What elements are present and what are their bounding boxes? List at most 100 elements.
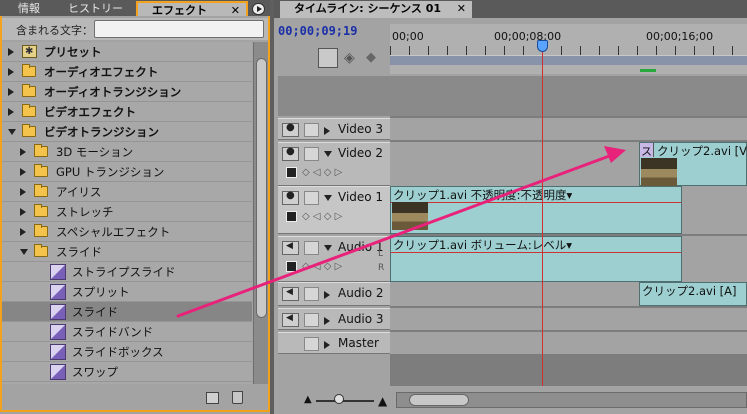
lane-audio3[interactable] [390, 308, 747, 330]
tree-item[interactable]: 3D モーション [2, 142, 252, 162]
tree-item[interactable]: ストレッチ [2, 202, 252, 222]
lane-video2[interactable]: ス クリップ2.avi [V] [390, 142, 747, 186]
snap-icon[interactable] [318, 48, 338, 68]
volume-line[interactable] [391, 252, 681, 253]
speaker-icon[interactable] [282, 241, 299, 255]
keyframe-nav-icon[interactable]: ◇ ◁ ◇ ▷ [302, 261, 342, 272]
tree-item[interactable]: アイリス [2, 182, 252, 202]
zoom-slider-thumb[interactable] [334, 394, 344, 404]
playhead-line[interactable] [542, 40, 543, 386]
track-header-video1[interactable]: Video 1 ◇ ◁ ◇ ▷ [278, 186, 390, 234]
chevron-down-icon[interactable] [324, 245, 332, 251]
timecode-display[interactable]: 00;00;09;19 [278, 24, 357, 38]
eye-icon[interactable] [282, 146, 299, 161]
clip-video1[interactable]: クリップ1.avi 不透明度:不透明度▾ [390, 186, 682, 234]
lock-toggle[interactable] [304, 123, 319, 137]
tree-item[interactable]: オーディオトランジション [2, 82, 252, 102]
timeline-scrollbar[interactable] [396, 392, 747, 408]
lock-toggle[interactable] [304, 337, 319, 351]
lane-audio2[interactable]: クリップ2.avi [A] [390, 282, 747, 306]
chevron-down-icon[interactable] [8, 129, 16, 135]
track-header-audio2[interactable]: Audio 2 [278, 282, 390, 306]
chevron-right-icon[interactable] [20, 208, 26, 216]
eye-icon[interactable] [282, 122, 299, 137]
chevron-right-icon[interactable] [324, 341, 330, 349]
track-header-audio3[interactable]: Audio 3 [278, 308, 390, 330]
track-header-audio1[interactable]: Audio 1 L R ◇ ◁ ◇ ▷ [278, 236, 390, 282]
tree-item[interactable]: スペシャルエフェクト [2, 222, 252, 242]
clip-video2[interactable]: ス クリップ2.avi [V] [639, 142, 747, 186]
opacity-line[interactable] [391, 202, 681, 203]
track-header-master[interactable]: Master [278, 332, 390, 354]
tree-item[interactable]: ビデオエフェクト [2, 102, 252, 122]
keyframe-marker-icon[interactable]: ◈ [344, 48, 364, 68]
chevron-right-icon[interactable] [20, 168, 26, 176]
tree-item[interactable]: スプリット [2, 282, 252, 302]
lock-toggle[interactable] [304, 191, 319, 205]
marker-icon[interactable]: ◆ [366, 48, 386, 68]
tree-item[interactable]: スライド [2, 242, 252, 262]
tree-scrollbar-thumb[interactable] [256, 58, 267, 318]
tab-effects[interactable]: エフェクト ✕ [136, 1, 248, 17]
tree-item[interactable]: ビデオトランジション [2, 122, 252, 142]
tree-item[interactable]: スワップ [2, 362, 252, 382]
speaker-icon[interactable] [282, 313, 299, 327]
timeline-scrollbar-thumb[interactable] [409, 394, 469, 406]
chevron-right-icon[interactable] [8, 48, 14, 56]
chevron-right-icon[interactable] [20, 228, 26, 236]
lane-master[interactable] [390, 332, 747, 354]
lane-audio1[interactable]: クリップ1.avi ボリューム:レベル▾ [390, 236, 747, 282]
eye-icon[interactable] [282, 190, 299, 205]
lock-toggle[interactable] [304, 287, 319, 301]
display-style-icon[interactable] [286, 211, 297, 222]
time-ruler[interactable]: 00;00 00;00;08;00 00;00;16;00 [390, 24, 747, 74]
tree-item[interactable]: オーディオエフェクト [2, 62, 252, 82]
tree-item[interactable]: GPU トランジション [2, 162, 252, 182]
lock-toggle[interactable] [304, 313, 319, 327]
chevron-right-icon[interactable] [324, 317, 330, 325]
clip-audio2[interactable]: クリップ2.avi [A] [639, 282, 747, 306]
close-icon[interactable]: ✕ [457, 1, 466, 17]
lane-video3[interactable] [390, 118, 747, 140]
keyframe-nav-icon[interactable]: ◇ ◁ ◇ ▷ [302, 167, 342, 178]
keyframe-nav-icon[interactable]: ◇ ◁ ◇ ▷ [302, 211, 342, 222]
tree-item[interactable]: スライドバンド [2, 322, 252, 342]
transition-marker[interactable]: ス [640, 143, 654, 158]
chevron-right-icon[interactable] [8, 108, 14, 116]
chevron-right-icon[interactable] [8, 68, 14, 76]
tree-item[interactable]: スライドボックス [2, 342, 252, 362]
waveform-icon[interactable] [286, 261, 297, 272]
tree-item[interactable]: プリセット [2, 42, 252, 62]
chevron-right-icon[interactable] [8, 88, 14, 96]
clip-audio1[interactable]: クリップ1.avi ボリューム:レベル▾ [390, 236, 682, 282]
zoom-in-icon[interactable]: ▲ [378, 394, 387, 408]
tab-history[interactable]: ヒストリー [54, 1, 136, 16]
track-header-video2[interactable]: Video 2 ◇ ◁ ◇ ▷ [278, 142, 390, 186]
chevron-down-icon[interactable] [324, 195, 332, 201]
chevron-right-icon[interactable] [20, 188, 26, 196]
tab-timeline[interactable]: タイムライン: シーケンス 01 ✕ [280, 1, 472, 18]
new-bin-icon[interactable] [206, 392, 219, 404]
work-area-bar[interactable] [390, 55, 747, 65]
display-style-icon[interactable] [286, 167, 297, 178]
search-input[interactable] [94, 20, 264, 38]
playhead-handle[interactable] [537, 40, 548, 52]
chevron-down-icon[interactable] [324, 151, 332, 157]
speaker-icon[interactable] [282, 287, 299, 301]
zoom-slider-track[interactable] [316, 400, 374, 402]
chevron-down-icon[interactable] [20, 249, 28, 255]
lock-toggle[interactable] [304, 241, 319, 255]
tree-scrollbar[interactable] [253, 42, 268, 384]
lock-toggle[interactable] [304, 147, 319, 161]
track-header-video3[interactable]: Video 3 [278, 118, 390, 140]
zoom-out-icon[interactable]: ▲ [304, 394, 312, 405]
chevron-right-icon[interactable] [324, 291, 330, 299]
trash-icon[interactable] [232, 391, 243, 404]
chevron-right-icon[interactable] [324, 127, 330, 135]
tree-item[interactable]: センタースプリット [2, 382, 252, 384]
tree-item[interactable]: スライド [2, 302, 252, 322]
tab-info[interactable]: 情報 [4, 1, 54, 16]
lane-video1[interactable]: クリップ1.avi 不透明度:不透明度▾ [390, 186, 747, 234]
panel-menu-icon[interactable] [252, 3, 265, 15]
tree-item[interactable]: ストライプスライド [2, 262, 252, 282]
